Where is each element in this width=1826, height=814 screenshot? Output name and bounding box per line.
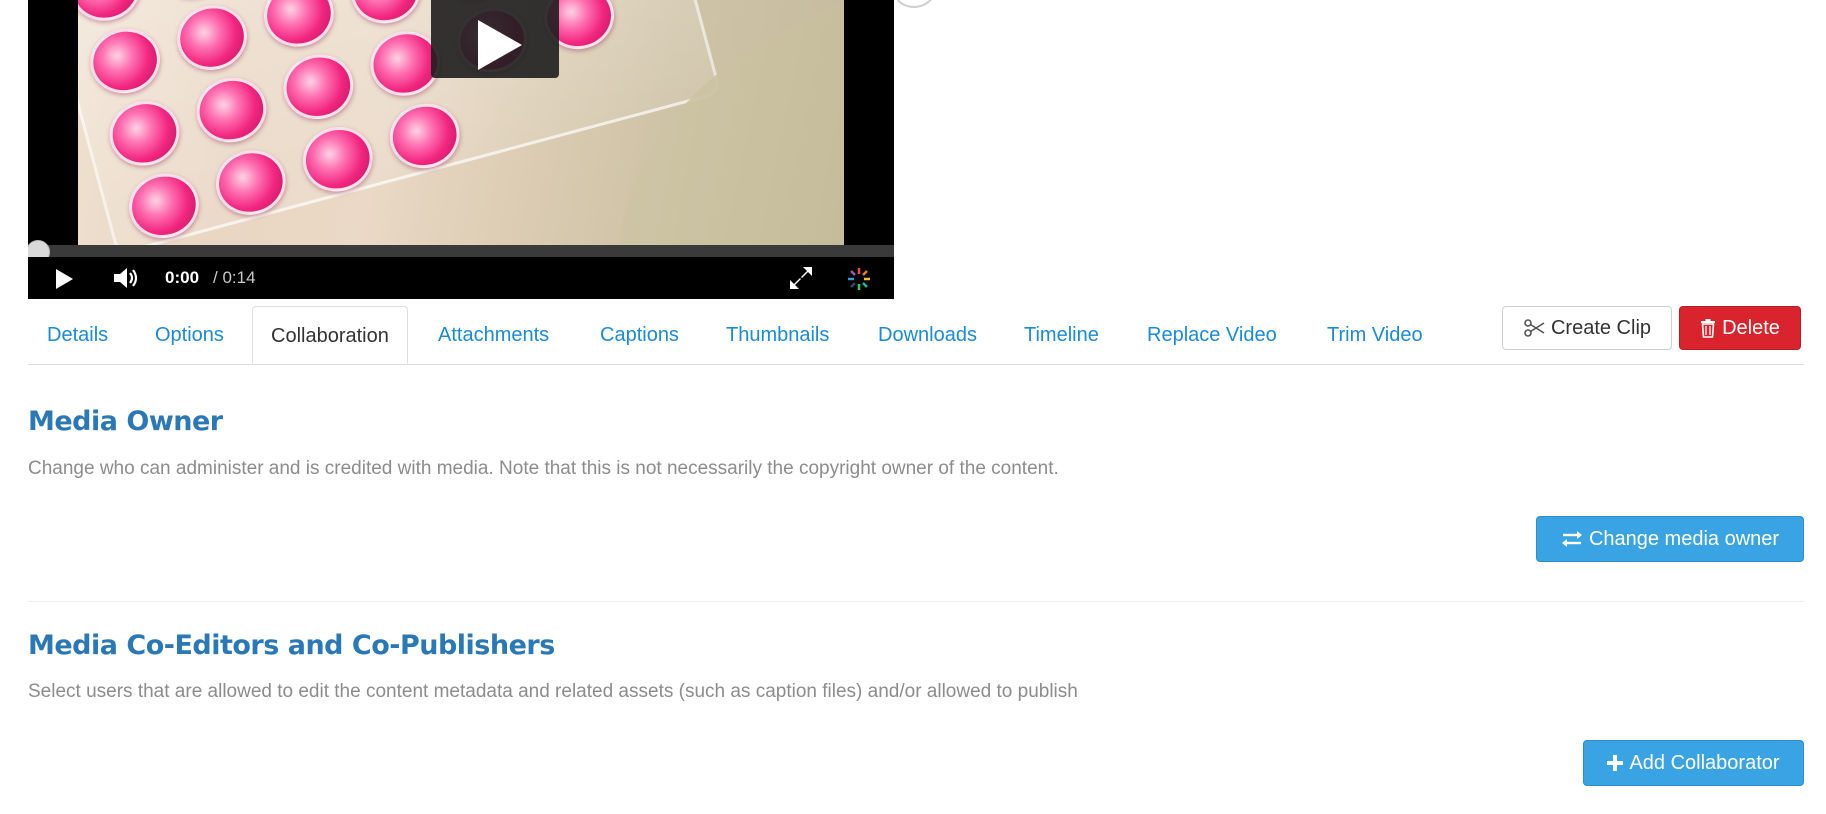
tab-options[interactable]: Options bbox=[155, 306, 224, 364]
tab-attachments[interactable]: Attachments bbox=[438, 306, 549, 364]
delete-label: Delete bbox=[1722, 316, 1780, 339]
co-editors-description: Select users that are allowed to edit th… bbox=[28, 681, 1078, 702]
tab-timeline[interactable]: Timeline bbox=[1024, 306, 1099, 364]
change-media-owner-label: Change media owner bbox=[1588, 527, 1780, 550]
current-time: 0:00 bbox=[165, 268, 200, 287]
big-play-button[interactable] bbox=[431, 0, 559, 78]
tab-downloads[interactable]: Downloads bbox=[878, 306, 977, 364]
section-divider bbox=[28, 601, 1804, 602]
progress-bar[interactable] bbox=[28, 240, 894, 264]
plus-icon bbox=[1607, 755, 1624, 771]
volume-icon[interactable] bbox=[112, 265, 140, 291]
tab-details[interactable]: Details bbox=[47, 306, 108, 364]
tab-replace-video[interactable]: Replace Video bbox=[1147, 306, 1277, 364]
exchange-icon bbox=[1561, 531, 1582, 547]
video-player[interactable]: 0:00 / 0:14 bbox=[28, 0, 894, 299]
add-collaborator-label: Add Collaborator bbox=[1629, 751, 1780, 774]
total-time: / 0:14 bbox=[213, 268, 256, 287]
create-clip-button[interactable]: Create Clip bbox=[1502, 306, 1672, 350]
tab-collaboration[interactable]: Collaboration bbox=[252, 306, 408, 364]
tab-trim-video[interactable]: Trim Video bbox=[1327, 306, 1423, 364]
change-media-owner-button[interactable]: Change media owner bbox=[1536, 516, 1804, 562]
add-collaborator-button[interactable]: Add Collaborator bbox=[1583, 740, 1804, 786]
delete-button[interactable]: Delete bbox=[1679, 306, 1801, 350]
play-icon bbox=[478, 20, 522, 70]
play-icon[interactable] bbox=[56, 269, 73, 289]
decorative-circle bbox=[890, 0, 938, 8]
tab-captions[interactable]: Captions bbox=[600, 306, 679, 364]
loading-spinner-icon bbox=[848, 268, 870, 290]
tab-thumbnails[interactable]: Thumbnails bbox=[726, 306, 829, 364]
media-owner-title: Media Owner bbox=[28, 406, 223, 437]
scissors-icon bbox=[1524, 319, 1545, 337]
player-controls: 0:00 / 0:14 bbox=[28, 257, 894, 299]
fullscreen-icon[interactable] bbox=[788, 265, 814, 291]
co-editors-title: Media Co-Editors and Co-Publishers bbox=[28, 630, 555, 661]
media-owner-description: Change who can administer and is credite… bbox=[28, 458, 1059, 479]
trash-icon bbox=[1701, 318, 1716, 338]
create-clip-label: Create Clip bbox=[1550, 316, 1652, 339]
